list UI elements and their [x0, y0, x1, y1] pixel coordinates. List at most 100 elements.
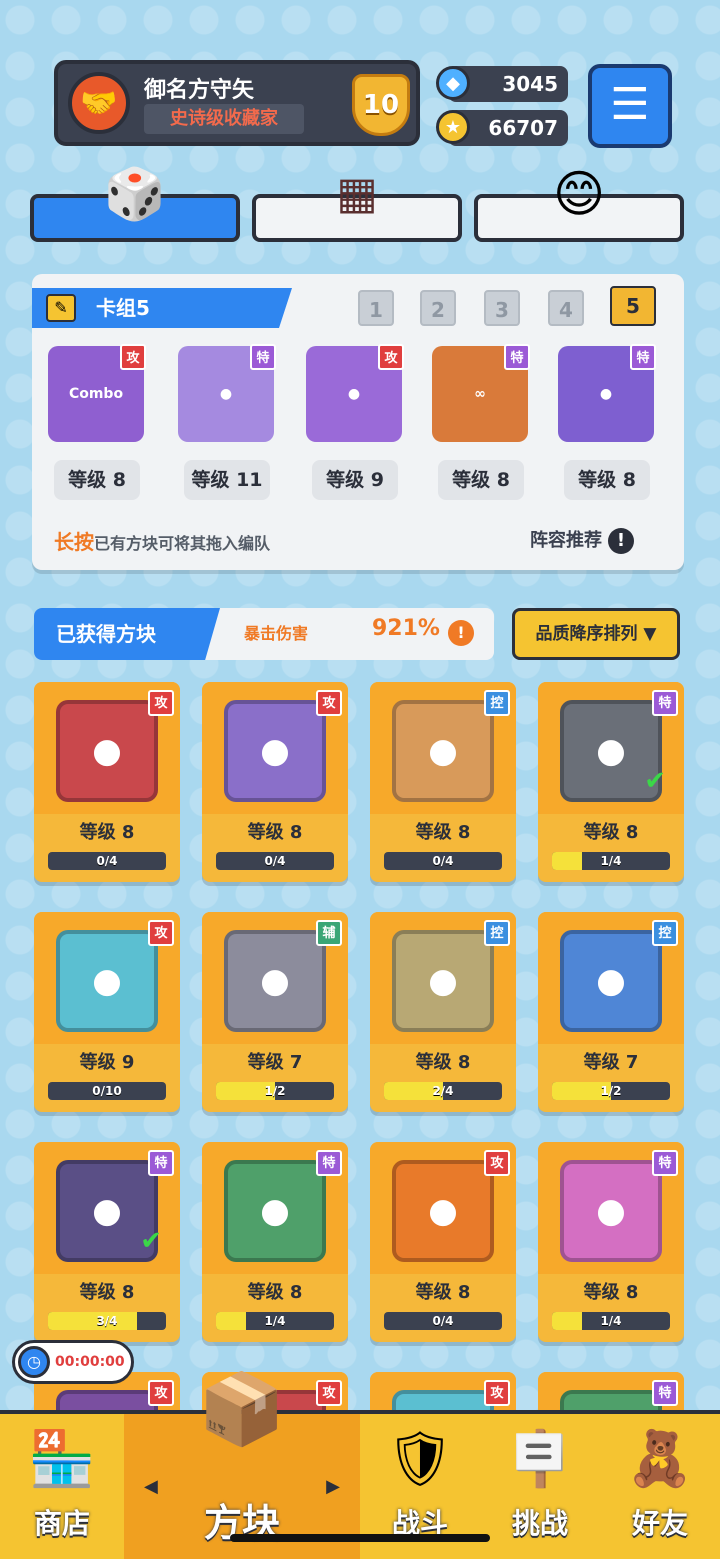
- card-type-tag: 攻: [316, 1380, 342, 1406]
- tab-dice[interactable]: 🎲: [30, 165, 240, 242]
- card-type-tag: 攻: [148, 1380, 174, 1406]
- player-profile-panel[interactable]: 🤝 御名方守矢 史诗级收藏家 10: [54, 60, 420, 146]
- owned-card[interactable]: ● 攻等级 8 0/4: [202, 682, 348, 882]
- card-level: 等级 8: [583, 822, 639, 843]
- card-art: ●: [224, 930, 326, 1032]
- owned-card[interactable]: ● 攻等级 8 0/4: [370, 1142, 516, 1342]
- card-type-tag: 控: [484, 920, 510, 946]
- sort-dropdown[interactable]: 品质降序排列 ▼: [512, 608, 680, 660]
- card-art: ●: [392, 930, 494, 1032]
- deck-panel: 卡组5 ✎ 1 2 3 4 5 Combo 攻 ● 特 ● 攻 ∞ 特 ● 特 …: [32, 274, 684, 570]
- owned-card[interactable]: ● 特 ✔ 等级 8 1/4: [538, 682, 684, 882]
- card-level: 等级 8: [247, 1282, 303, 1303]
- card-type-tag: 特: [316, 1150, 342, 1176]
- nav-friends[interactable]: 🧸 好友: [600, 1414, 720, 1559]
- deck-tab-5[interactable]: 5: [610, 286, 656, 326]
- card-progress-bar: 0/10: [48, 1082, 166, 1100]
- deck-card-5[interactable]: ● 特: [558, 344, 656, 442]
- card-type-tag: 攻: [148, 920, 174, 946]
- card-level: 等级 8: [79, 822, 135, 843]
- owned-title: 已获得方块: [34, 608, 220, 660]
- card-core-icon: ●: [347, 386, 361, 402]
- deck-card-level: 等级 11: [184, 460, 270, 500]
- crit-damage-label: 暴击伤害: [244, 624, 309, 643]
- owned-card[interactable]: ● 攻等级 9 0/10: [34, 912, 180, 1112]
- owned-card[interactable]: ● 控等级 8 2/4: [370, 912, 516, 1112]
- card-type-tag: 控: [652, 920, 678, 946]
- nav-shop[interactable]: 🏪 商店: [0, 1414, 124, 1559]
- signpost-icon: 🪧: [506, 1427, 574, 1490]
- block-icon: 📦: [198, 1368, 286, 1450]
- card-level: 等级 8: [415, 1282, 471, 1303]
- lineup-recommend-button[interactable]: 阵容推荐!: [530, 526, 634, 554]
- deck-card-1[interactable]: Combo 攻: [48, 344, 146, 442]
- owned-card[interactable]: ● 控等级 8 0/4: [370, 682, 516, 882]
- special-tag: 特: [630, 344, 656, 370]
- crit-info-icon[interactable]: !: [448, 620, 474, 646]
- nav-label: 好友: [631, 1507, 688, 1540]
- special-tag: 特: [250, 344, 276, 370]
- card-progress-bar: 1/4: [216, 1312, 334, 1330]
- edit-pencil-icon[interactable]: ✎: [46, 294, 76, 322]
- card-level: 等级 8: [583, 1282, 639, 1303]
- owned-card[interactable]: ● 特等级 8 1/4: [538, 1142, 684, 1342]
- nav-label: 挑战: [511, 1507, 568, 1540]
- recommend-label: 阵容推荐: [530, 530, 602, 551]
- card-type-tag: 攻: [148, 690, 174, 716]
- card-core-icon: ∞: [474, 386, 486, 402]
- owned-card[interactable]: ● 特 ✔ 等级 8 3/4: [34, 1142, 180, 1342]
- progress-text: 2/4: [432, 1084, 454, 1098]
- tab-emote[interactable]: 😊: [474, 165, 684, 242]
- deck-tab-3[interactable]: 3: [484, 290, 520, 326]
- clock-icon: ◷: [18, 1346, 50, 1378]
- deck-card-3[interactable]: ● 攻: [306, 344, 404, 442]
- hint-emphasis: 长按: [54, 530, 94, 554]
- dice-icon: 🎲: [103, 165, 167, 223]
- owned-card[interactable]: ● 攻等级 8 0/4: [34, 682, 180, 882]
- friends-icon: 🧸: [626, 1427, 694, 1490]
- tab-board[interactable]: ▦: [252, 168, 462, 242]
- owned-card[interactable]: ● 辅等级 7 1/2: [202, 912, 348, 1112]
- card-type-tag: 特: [652, 1150, 678, 1176]
- card-progress-bar: 1/2: [216, 1082, 334, 1100]
- card-progress-bar: 1/4: [552, 852, 670, 870]
- deck-card-level: 等级 9: [312, 460, 398, 500]
- card-art: ●: [560, 930, 662, 1032]
- card-progress-bar: 3/4: [48, 1312, 166, 1330]
- checkmark-icon: ✔: [140, 1226, 162, 1256]
- card-type-tag: 攻: [484, 1380, 510, 1406]
- nav-challenge[interactable]: 🪧 挑战: [480, 1414, 600, 1559]
- deck-card-level: 等级 8: [54, 460, 140, 500]
- home-indicator: [230, 1534, 490, 1542]
- crit-damage-value: 921%: [372, 616, 440, 641]
- deck-card-4[interactable]: ∞ 特: [432, 344, 530, 442]
- deck-card-2[interactable]: ● 特: [178, 344, 276, 442]
- owned-card[interactable]: ● 控等级 7 1/2: [538, 912, 684, 1112]
- coin-icon: ★: [436, 110, 470, 144]
- avatar[interactable]: 🤝: [68, 72, 130, 134]
- progress-text: 3/4: [96, 1314, 118, 1328]
- progress-text: 0/4: [432, 1314, 454, 1328]
- owned-card[interactable]: ● 特等级 8 1/4: [202, 1142, 348, 1342]
- card-type-tag: 控: [484, 690, 510, 716]
- card-core-icon: ●: [219, 386, 233, 402]
- card-level: 等级 8: [79, 1282, 135, 1303]
- card-art: ●: [224, 700, 326, 802]
- card-progress-bar: 0/4: [384, 852, 502, 870]
- deck-tab-1[interactable]: 1: [358, 290, 394, 326]
- menu-button[interactable]: ☰: [588, 64, 672, 148]
- deck-card-level: 等级 8: [438, 460, 524, 500]
- special-tag: 特: [504, 344, 530, 370]
- card-art: ●: [560, 1160, 662, 1262]
- card-art: ●: [56, 930, 158, 1032]
- card-type-tag: 攻: [316, 690, 342, 716]
- card-level: 等级 8: [247, 822, 303, 843]
- deck-tab-2[interactable]: 2: [420, 290, 456, 326]
- rank-badge[interactable]: 10: [352, 74, 410, 136]
- card-art: ●: [56, 700, 158, 802]
- card-progress-bar: 1/2: [552, 1082, 670, 1100]
- deck-tab-4[interactable]: 4: [548, 290, 584, 326]
- card-type-tag: 辅: [316, 920, 342, 946]
- player-title-badge: 史诗级收藏家: [144, 104, 304, 134]
- card-progress-bar: 1/4: [552, 1312, 670, 1330]
